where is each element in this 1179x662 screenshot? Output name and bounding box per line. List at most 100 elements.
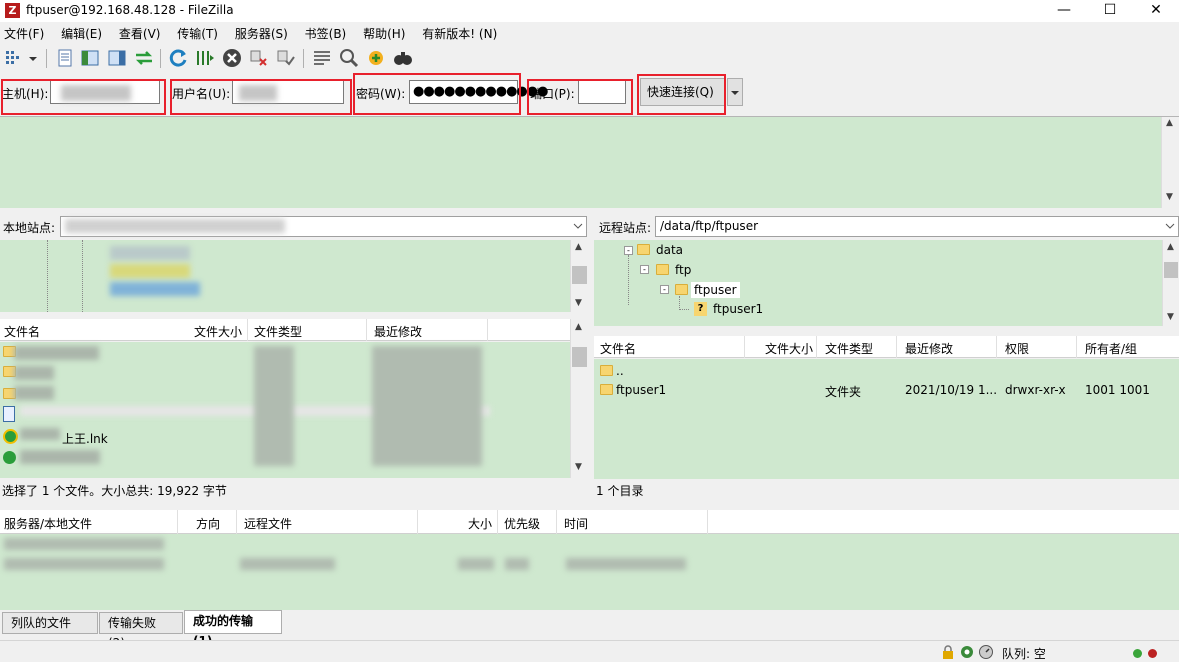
chevron-down-icon <box>573 223 583 229</box>
collapse-toggle-icon[interactable]: - <box>640 265 649 274</box>
message-log-scrollbar[interactable]: ▲ ▼ <box>1161 117 1179 208</box>
shortcut-icon <box>3 429 18 444</box>
remote-site-path-combo[interactable]: /data/ftp/ftpuser <box>655 216 1179 237</box>
local-list-scrollbar[interactable]: ▲ ▼ <box>570 319 588 478</box>
collapse-toggle-icon[interactable]: - <box>624 246 633 255</box>
tree-node-ftpuser1[interactable]: ftpuser1 <box>713 302 763 316</box>
lock-icon <box>943 645 953 659</box>
file-perms: drwxr-xr-x <box>1005 383 1066 397</box>
remote-col-modified[interactable]: 最近修改 <box>905 340 953 357</box>
transfer-indicator-red <box>1148 649 1157 658</box>
cancel-operation-icon[interactable] <box>221 47 243 69</box>
local-site-path-combo[interactable] <box>60 216 587 237</box>
quickconnect-dropdown[interactable] <box>727 78 743 106</box>
queue-header: 服务器/本地文件 方向 远程文件 大小 优先级 时间 <box>0 510 1179 534</box>
queue-col-server[interactable]: 服务器/本地文件 <box>4 515 92 532</box>
local-file-name[interactable]: 上王.lnk <box>62 430 108 447</box>
tree-node-data[interactable]: data <box>656 243 683 257</box>
close-window-button[interactable]: ✕ <box>1133 0 1179 22</box>
toggle-remote-tree-icon[interactable] <box>106 47 128 69</box>
local-directory-tree[interactable] <box>0 240 570 312</box>
table-row[interactable]: .. <box>594 361 1179 381</box>
file-name: ftpuser1 <box>616 383 667 397</box>
queue-col-size[interactable]: 大小 <box>468 515 492 532</box>
site-manager-dropdown-icon[interactable] <box>26 47 40 69</box>
menu-view[interactable]: 查看(V) <box>119 24 161 44</box>
port-highlight-box <box>527 79 633 115</box>
menu-bar: 文件(F) 编辑(E) 查看(V) 传输(T) 服务器(S) 书签(B) 帮助(… <box>0 24 1179 44</box>
local-file-list[interactable]: 上王.lnk <box>0 342 570 478</box>
menu-file[interactable]: 文件(F) <box>4 24 44 44</box>
local-tree-scrollbar[interactable]: ▲ ▼ <box>570 240 588 312</box>
minimize-button[interactable]: — <box>1041 0 1087 22</box>
menu-server[interactable]: 服务器(S) <box>235 24 288 44</box>
local-col-size[interactable]: 文件大小 <box>194 323 242 340</box>
remote-tree-scrollbar[interactable]: ▲ ▼ <box>1162 240 1179 326</box>
process-queue-icon[interactable] <box>194 47 216 69</box>
remote-file-list[interactable]: .. ftpuser1 文件夹 2021/10/19 1... drwxr-xr… <box>594 359 1179 479</box>
maximize-button[interactable]: ☐ <box>1087 0 1133 22</box>
unknown-folder-icon: ? <box>694 302 707 316</box>
chevron-down-icon <box>1165 223 1175 229</box>
menu-bookmarks[interactable]: 书签(B) <box>305 24 347 44</box>
remote-file-header: 文件名 文件大小 文件类型 最近修改 权限 所有者/组 <box>594 336 1179 358</box>
queue-col-direction[interactable]: 方向 <box>196 515 220 532</box>
chevron-down-icon <box>731 91 739 95</box>
toggle-transfer-queue-icon[interactable] <box>133 47 155 69</box>
message-log: ▲ ▼ <box>0 116 1179 208</box>
bottom-status-bar: 队列: 空 <box>0 640 1179 662</box>
sync-browsing-icon[interactable] <box>365 47 387 69</box>
local-col-name[interactable]: 文件名 <box>4 323 40 340</box>
search-icon[interactable] <box>338 47 360 69</box>
queue-col-remote[interactable]: 远程文件 <box>244 515 292 532</box>
file-type: 文件夹 <box>825 385 862 399</box>
disconnect-icon[interactable] <box>248 47 270 69</box>
remote-col-type[interactable]: 文件类型 <box>825 340 873 357</box>
directory-filter-icon[interactable] <box>311 47 333 69</box>
remote-site-label: 远程站点: <box>599 221 652 235</box>
menu-help[interactable]: 帮助(H) <box>363 24 405 44</box>
toggle-message-log-icon[interactable] <box>54 47 76 69</box>
file-name: .. <box>616 364 624 378</box>
connect-highlight-box <box>637 74 726 115</box>
tab-failed-transfers[interactable]: 传输失败 (2) <box>99 612 183 650</box>
folder-icon <box>600 384 613 395</box>
local-site-bar: 本地站点: <box>0 214 588 238</box>
local-site-label: 本地站点: <box>3 221 56 235</box>
tab-successful-transfers[interactable]: 成功的传输 (1) <box>184 610 282 648</box>
gear-icon[interactable] <box>959 644 975 660</box>
speed-limit-icon[interactable] <box>978 644 994 660</box>
transfer-indicator-green <box>1133 649 1142 658</box>
transfer-queue-list[interactable] <box>0 534 1179 610</box>
local-col-modified[interactable]: 最近修改 <box>374 323 422 340</box>
queue-col-priority[interactable]: 优先级 <box>504 515 540 532</box>
menu-edit[interactable]: 编辑(E) <box>61 24 102 44</box>
queue-status-text: 队列: 空 <box>1002 647 1046 661</box>
local-col-type[interactable]: 文件类型 <box>254 323 302 340</box>
reconnect-icon[interactable] <box>275 47 297 69</box>
site-manager-icon[interactable] <box>3 47 25 69</box>
toggle-local-tree-icon[interactable] <box>79 47 101 69</box>
menu-transfer[interactable]: 传输(T) <box>177 24 218 44</box>
app-icon <box>3 451 16 464</box>
remote-site-bar: 远程站点: /data/ftp/ftpuser <box>594 214 1179 238</box>
tab-queued-files[interactable]: 列队的文件 <box>2 612 98 634</box>
remote-path-text: /data/ftp/ftpuser <box>660 219 759 233</box>
folder-icon <box>600 365 613 376</box>
queue-col-time[interactable]: 时间 <box>564 515 588 532</box>
tree-node-ftp[interactable]: ftp <box>675 263 691 277</box>
window-title: ftpuser@192.168.48.128 - FileZilla <box>26 3 234 17</box>
menu-new-version[interactable]: 有新版本! (N) <box>422 24 497 44</box>
remote-col-owner[interactable]: 所有者/组 <box>1085 340 1137 357</box>
remote-col-name[interactable]: 文件名 <box>600 340 636 357</box>
refresh-icon[interactable] <box>167 47 189 69</box>
tree-node-ftpuser[interactable]: ftpuser <box>691 282 740 298</box>
binoculars-icon[interactable] <box>392 47 414 69</box>
local-file-header: 文件名 文件大小 文件类型 最近修改 <box>0 319 570 341</box>
remote-directory-tree[interactable]: - data - ftp - ftpuser ? ftpuser1 <box>594 240 1162 326</box>
collapse-toggle-icon[interactable]: - <box>660 285 669 294</box>
remote-col-size[interactable]: 文件大小 <box>765 340 813 357</box>
remote-col-perms[interactable]: 权限 <box>1005 340 1029 357</box>
table-row[interactable]: ftpuser1 文件夹 2021/10/19 1... drwxr-xr-x … <box>594 381 1179 401</box>
quickconnect-bar: 主机(H): 用户名(U): 密码(W): ●●●●●●●●●●●●● 端口(P… <box>0 72 1179 116</box>
